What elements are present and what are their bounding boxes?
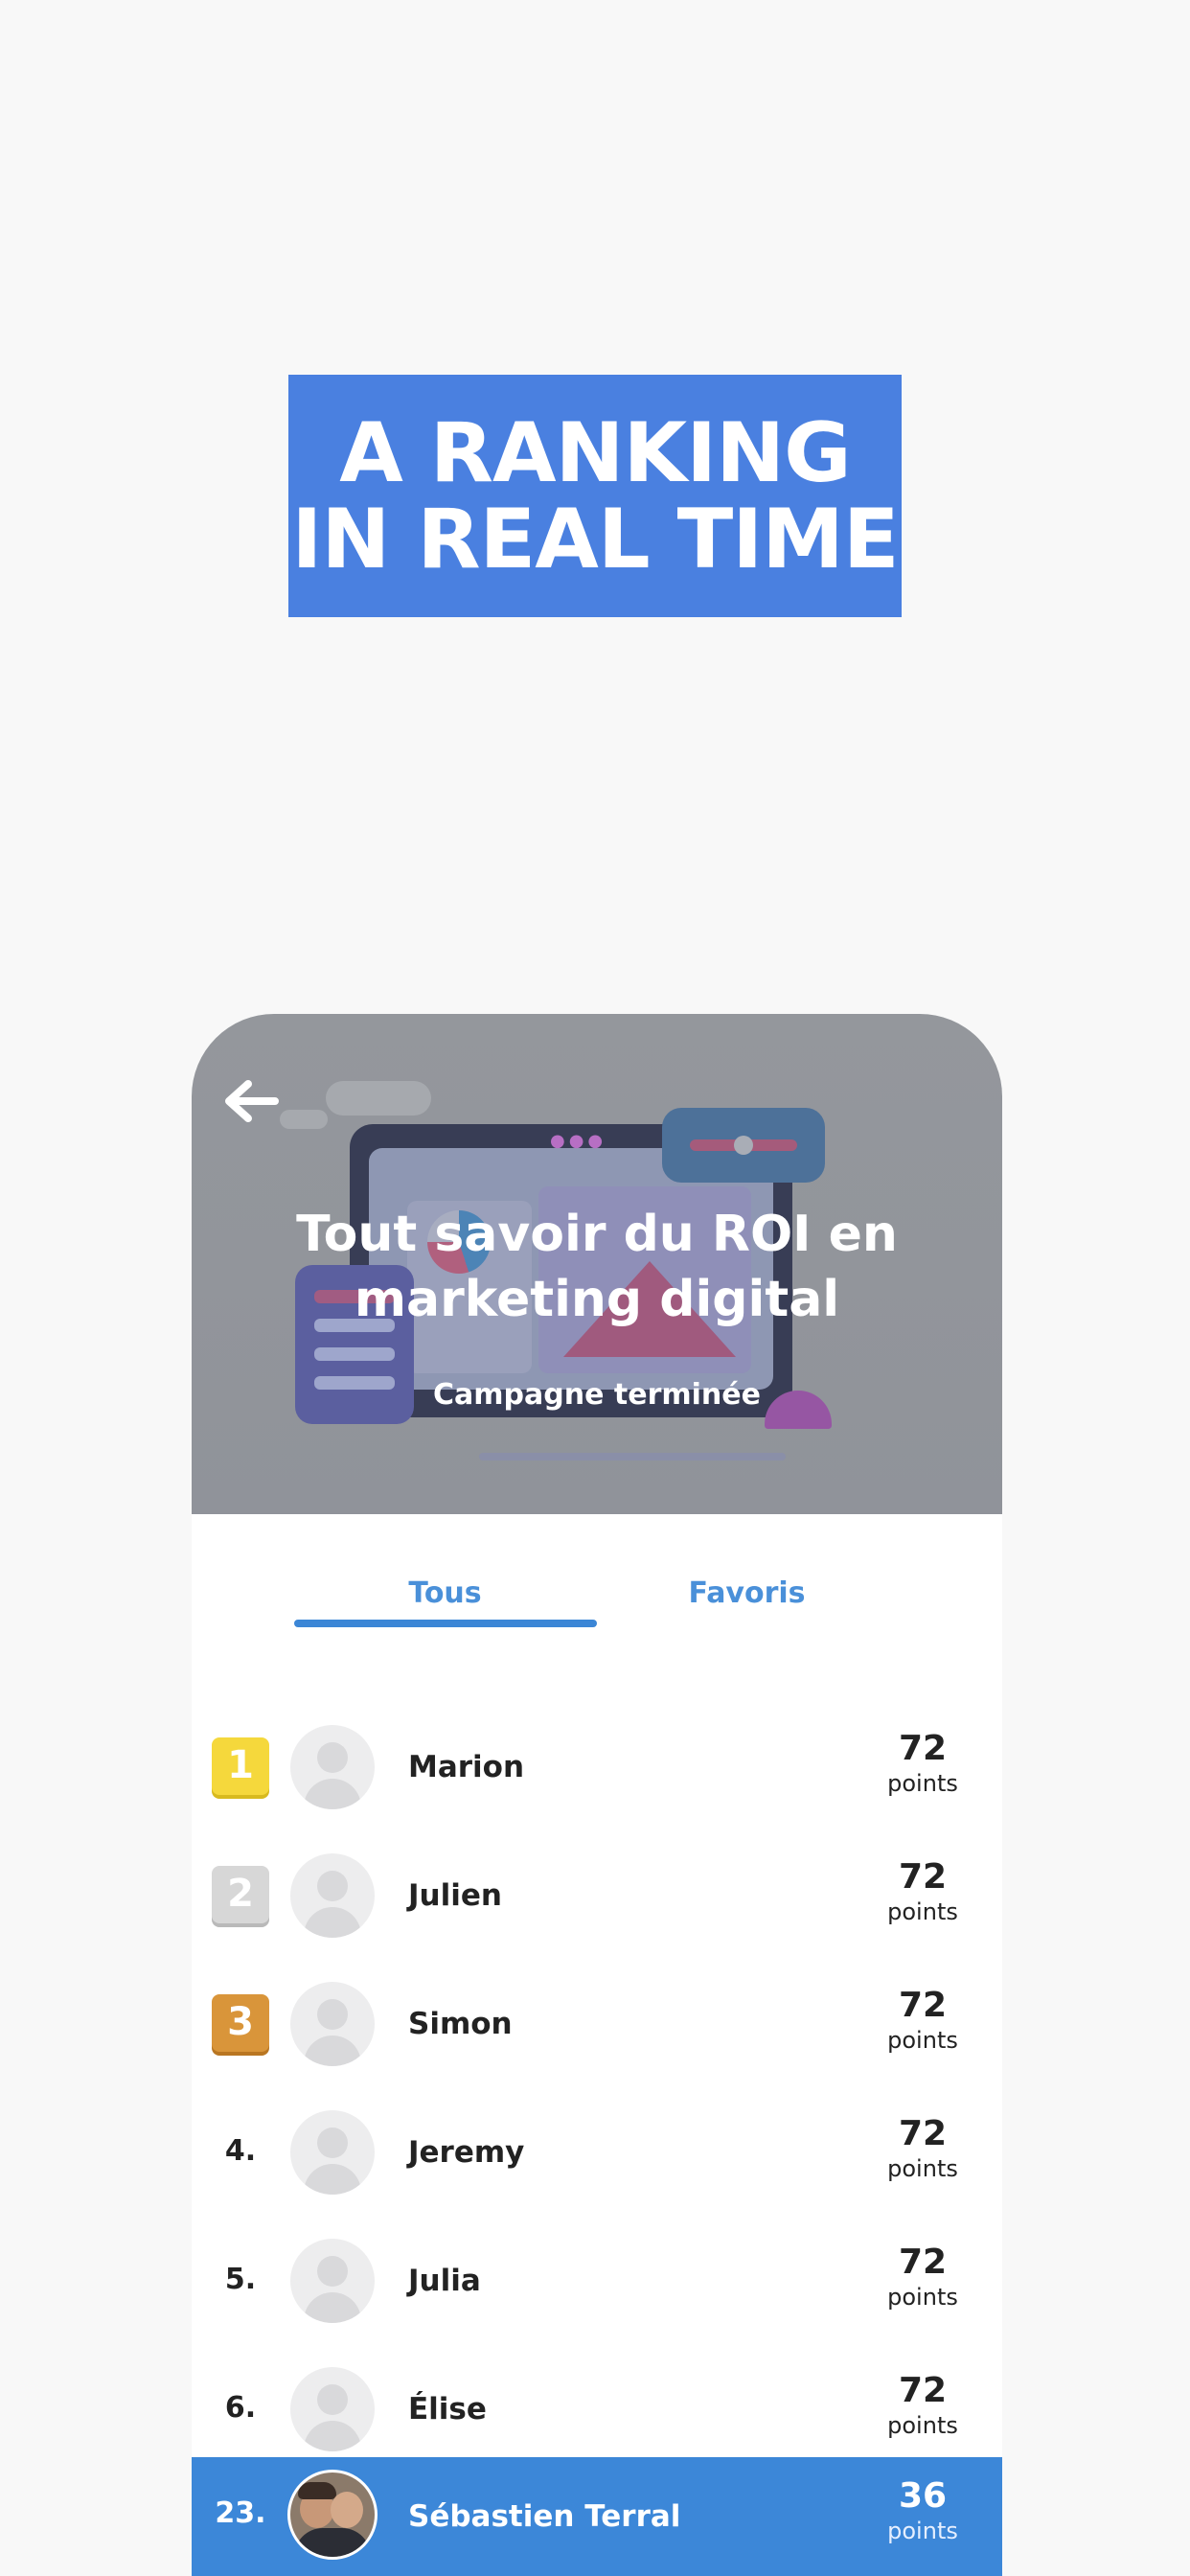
player-score: 72 points: [880, 2114, 966, 2183]
cloud-decoration: [326, 1081, 431, 1116]
player-name: Julien: [408, 1878, 502, 1913]
campaign-title: Tout savoir du ROI en marketing digital: [296, 1206, 898, 1328]
score-unit: points: [887, 2412, 958, 2439]
silver-rank-badge: 2: [212, 1866, 269, 1923]
player-score: 72 points: [880, 2242, 966, 2312]
rank-number: 5.: [224, 2263, 257, 2296]
player-score: 72 points: [880, 2371, 966, 2440]
score-unit: points: [887, 1770, 958, 1797]
leaderboard-row[interactable]: 2 Julien 72 points: [192, 1838, 1002, 1953]
leaderboard-row[interactable]: 5. Julia 72 points: [192, 2223, 1002, 2338]
phone-screen: ●●● Tout savoir du ROI en marketing digi…: [192, 1014, 1002, 2576]
tab-favoris[interactable]: Favoris: [596, 1568, 898, 1644]
cloud-decoration: [280, 1110, 328, 1129]
avatar: [290, 2239, 375, 2323]
player-name: Julia: [408, 2264, 481, 2298]
player-score: 72 points: [880, 1857, 966, 1926]
back-button[interactable]: [220, 1077, 282, 1125]
rank-number: 4.: [224, 2134, 257, 2168]
slider-knob-illustration: [734, 1136, 753, 1155]
player-name: Élise: [408, 2392, 487, 2426]
player-score: 72 points: [880, 1729, 966, 1798]
leaderboard-row[interactable]: 3 Simon 72 points: [192, 1966, 1002, 2082]
player-name: Jeremy: [408, 2135, 525, 2170]
player-score: 72 points: [880, 1986, 966, 2055]
leaderboard-row[interactable]: 1 Marion 72 points: [192, 1710, 1002, 1825]
avatar: [290, 2367, 375, 2451]
player-name: Simon: [408, 2007, 513, 2041]
score-unit: points: [887, 2518, 958, 2544]
headline-line-1: A RANKING: [339, 404, 851, 501]
score-value: 72: [898, 2114, 948, 2153]
player-name: Sébastien Terral: [408, 2499, 681, 2534]
player-score: 36 points: [880, 2476, 966, 2545]
score-value: 36: [898, 2476, 948, 2516]
avatar: [290, 1853, 375, 1938]
campaign-hero: ●●● Tout savoir du ROI en marketing digi…: [192, 1014, 1002, 1514]
promo-headline: A RANKING IN REAL TIME: [288, 375, 902, 617]
user-photo-avatar: [287, 2470, 378, 2560]
score-value: 72: [898, 2371, 948, 2410]
window-dots-illustration: ●●●: [550, 1131, 607, 1151]
campaign-status: Campagne terminée: [433, 1378, 761, 1412]
active-tab-indicator: [294, 1620, 597, 1627]
current-user-row[interactable]: 23. Sébastien Terral 36 points: [192, 2457, 1002, 2576]
leaderboard-row[interactable]: 4. Jeremy 72 points: [192, 2095, 1002, 2210]
gold-rank-badge: 1: [212, 1737, 269, 1795]
rank-number: 6.: [224, 2391, 257, 2425]
bronze-rank-badge: 3: [212, 1994, 269, 2052]
score-unit: points: [887, 2027, 958, 2054]
score-value: 72: [898, 1729, 948, 1768]
avatar: [290, 1725, 375, 1809]
score-value: 72: [898, 1986, 948, 2025]
avatar: [290, 2110, 375, 2195]
player-name: Marion: [408, 1750, 525, 1784]
score-unit: points: [887, 1898, 958, 1925]
filter-tabs: Tous Favoris: [294, 1568, 898, 1644]
leaderboard-row[interactable]: 6. Élise 72 points: [192, 2352, 1002, 2467]
tab-tous[interactable]: Tous: [294, 1568, 596, 1644]
monitor-base-illustration: [479, 1453, 786, 1460]
headline-line-2: IN REAL TIME: [291, 491, 899, 587]
rank-number: 23.: [215, 2496, 266, 2530]
score-value: 72: [898, 2242, 948, 2282]
arrow-left-icon: [225, 1080, 279, 1122]
score-unit: points: [887, 2155, 958, 2182]
avatar: [290, 1982, 375, 2066]
score-unit: points: [887, 2284, 958, 2311]
score-value: 72: [898, 1857, 948, 1897]
